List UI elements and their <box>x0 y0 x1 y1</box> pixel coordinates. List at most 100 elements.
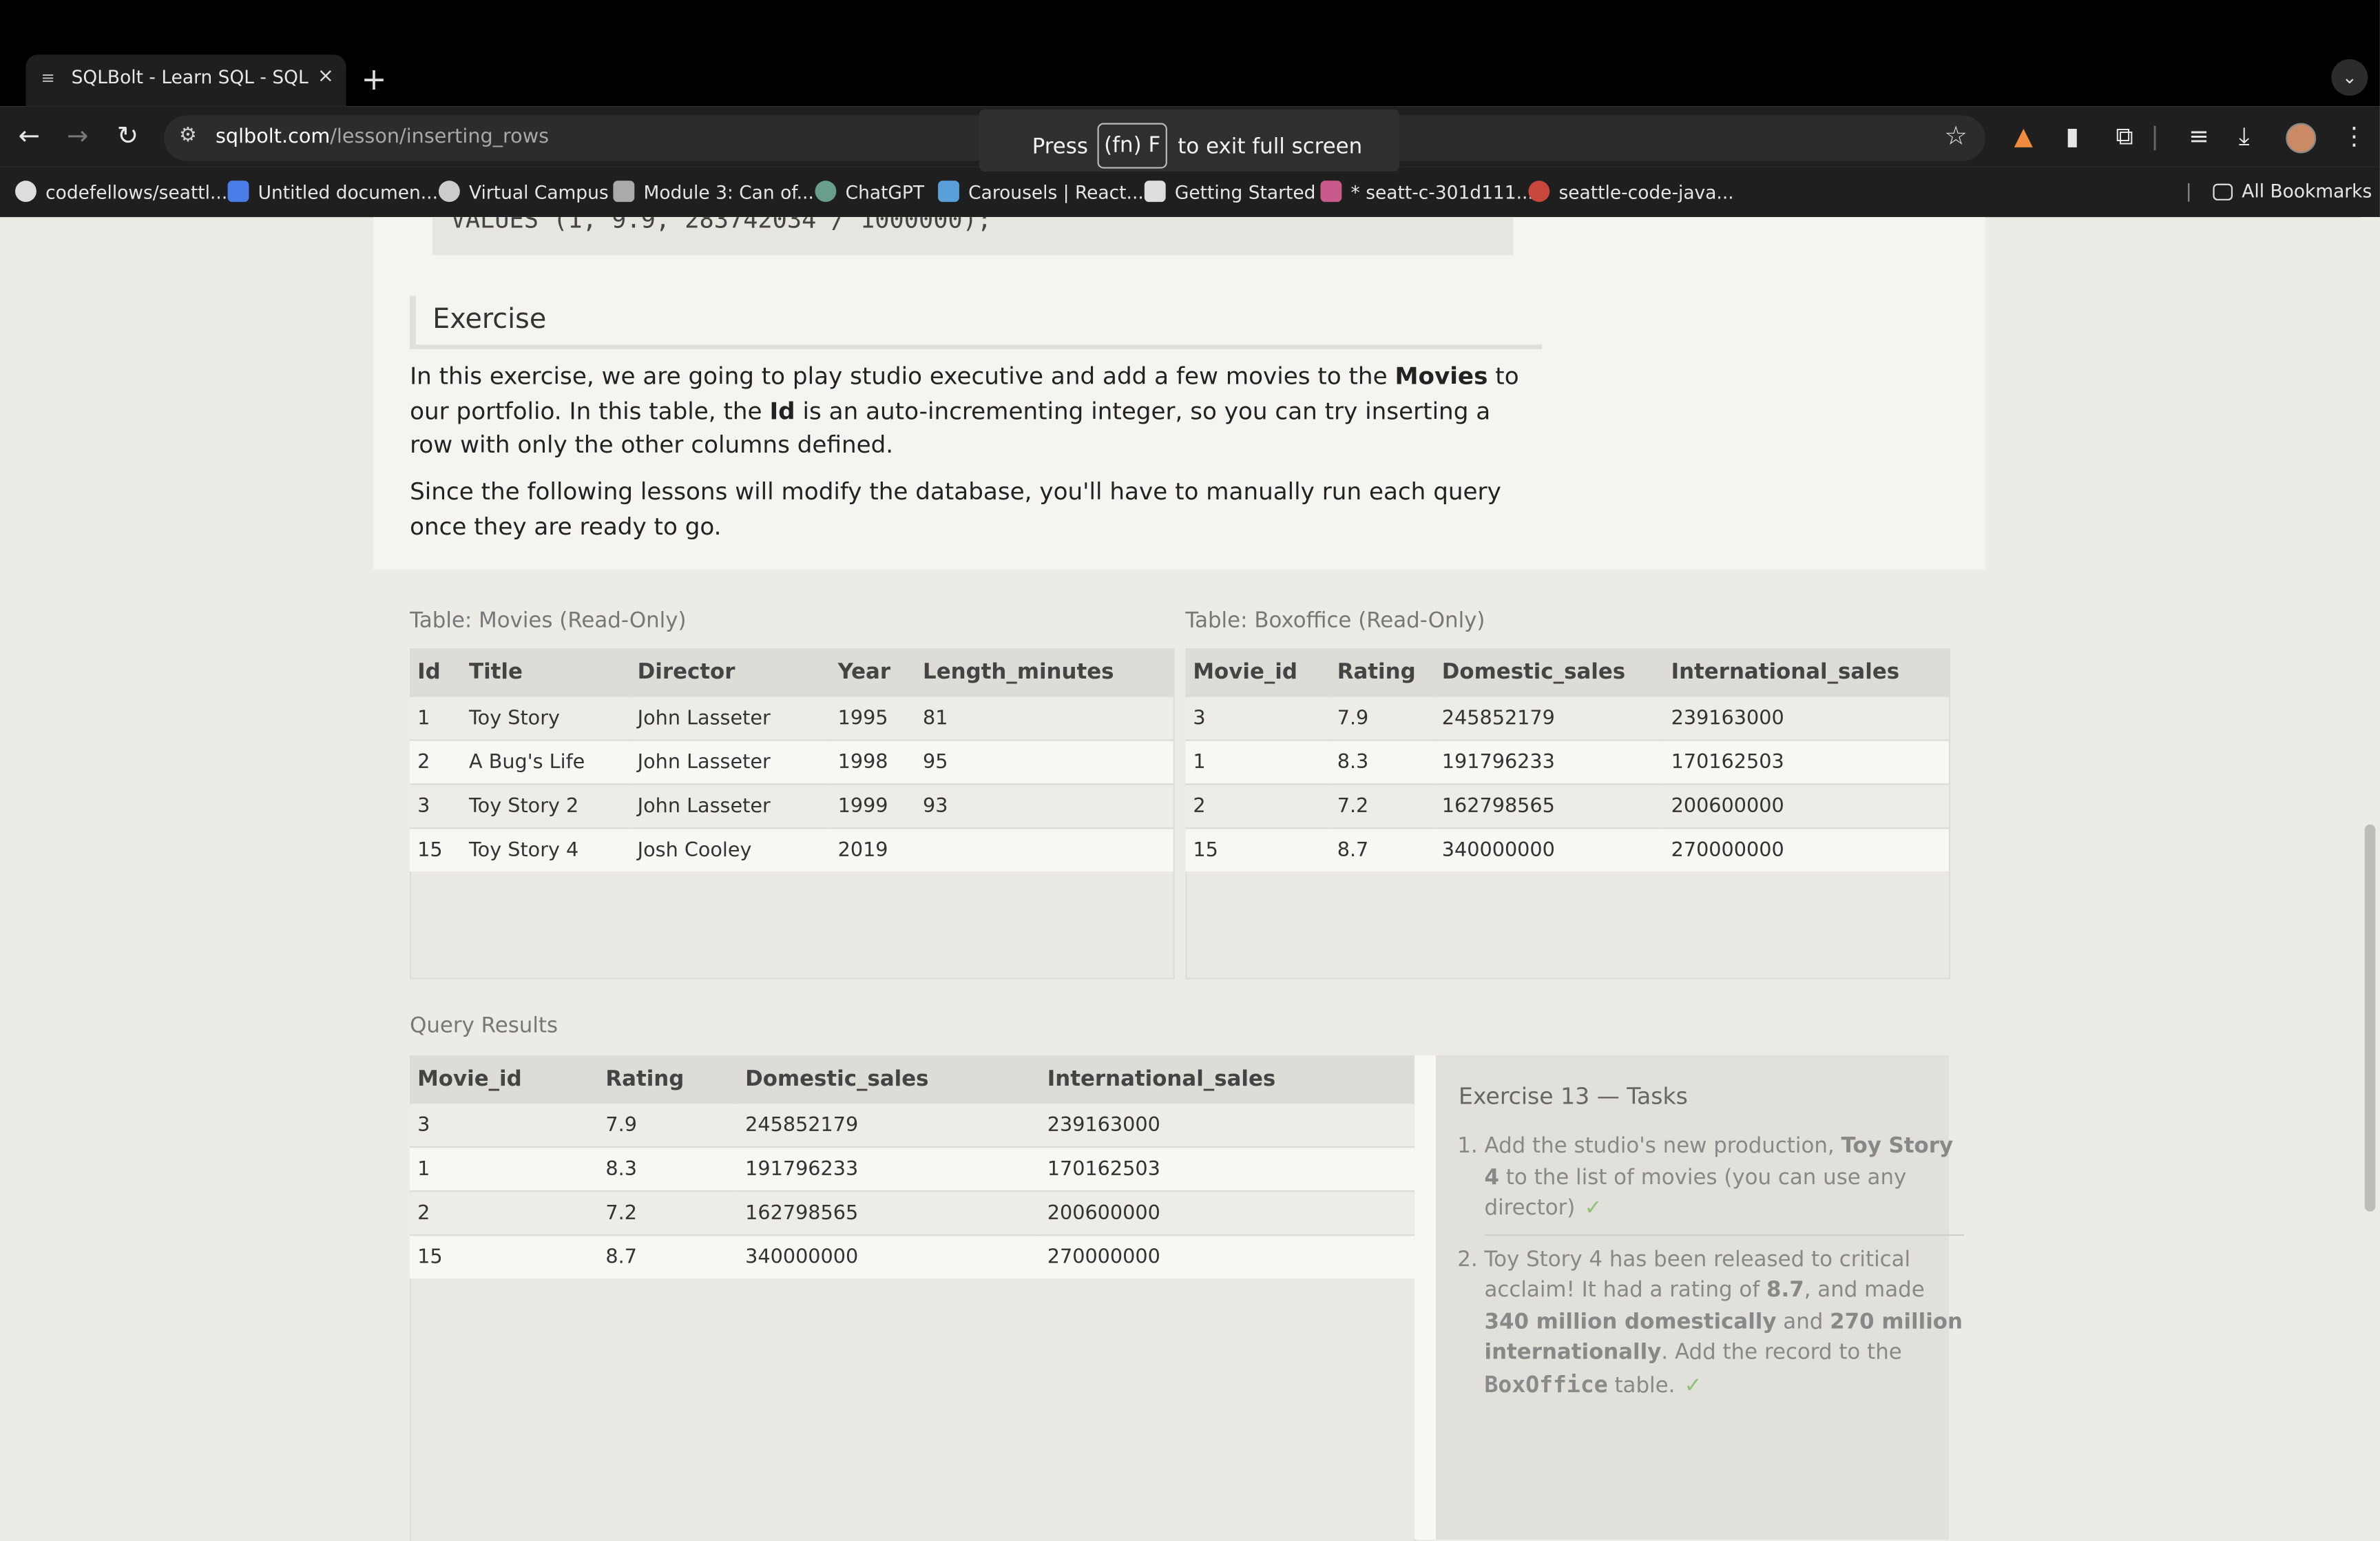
boxoffice-table-caption: Table: Boxoffice (Read-Only) <box>1185 608 1485 634</box>
table-cell: 200600000 <box>1039 1190 1415 1235</box>
campus-icon <box>438 180 460 203</box>
url-text[interactable]: sqlbolt.com/lesson/inserting_rows <box>216 126 549 149</box>
table-cell: 7.2 <box>1329 783 1434 829</box>
table-cell: 340000000 <box>1434 827 1664 872</box>
browser-tab[interactable]: ≡ SQLBolt - Learn SQL - SQL L × <box>25 54 346 107</box>
toolbar-divider: | <box>2151 121 2159 151</box>
table-cell: 15 <box>1185 827 1330 872</box>
column-header: Director <box>629 650 831 696</box>
movies-table-caption: Table: Movies (Read-Only) <box>410 608 687 634</box>
table-cell: 270000000 <box>1039 1234 1415 1279</box>
table-cell: A Bug's Life <box>461 739 630 785</box>
table-cell: 2 <box>1185 783 1330 829</box>
table-cell <box>915 827 1173 872</box>
table-cell: 200600000 <box>1663 783 1949 829</box>
table-cell: 7.9 <box>598 1102 738 1148</box>
boxoffice-table: Movie_id Rating Domestic_sales Internationa… <box>1185 650 1949 872</box>
table-row: 2A Bug's Life John Lasseter 1998 95 <box>410 739 1173 785</box>
column-header: Id <box>410 650 462 696</box>
table-cell: 191796233 <box>738 1146 1040 1192</box>
bookmark-item[interactable]: * seatt-c-301d111... <box>1320 180 1534 203</box>
table-cell: Toy Story 4 <box>461 827 630 872</box>
back-button[interactable]: ← <box>18 121 39 152</box>
table-cell: 170162503 <box>1039 1146 1415 1192</box>
table-cell: 2 <box>410 739 462 785</box>
browser-menu-icon[interactable]: ⋮ <box>2342 121 2366 150</box>
table-cell: 8.3 <box>1329 739 1434 785</box>
column-header: Rating <box>598 1056 738 1104</box>
table-cell: Toy Story <box>461 695 630 741</box>
column-header: International_sales <box>1039 1056 1415 1104</box>
checkmark-icon: ✓ <box>1584 1196 1603 1221</box>
bookmark-item[interactable]: seattle-code-java... <box>1528 180 1734 203</box>
extension-icon[interactable]: ▲ <box>2014 121 2033 150</box>
reload-button[interactable]: ↻ <box>117 121 138 152</box>
table-cell: 81 <box>915 695 1173 741</box>
url-path: /lesson/inserting_rows <box>330 125 550 149</box>
table-cell: 95 <box>915 739 1173 785</box>
codefellows-icon <box>1528 180 1550 203</box>
column-header: Movie_id <box>410 1056 598 1104</box>
table-row: 1 8.3 191796233 170162503 <box>410 1146 1415 1192</box>
table-row: 3 7.9 245852179 239163000 <box>410 1102 1415 1148</box>
new-tab-button[interactable]: + <box>362 61 387 97</box>
table-cell: 3 <box>1185 695 1330 741</box>
bookmark-item[interactable]: Virtual Campus <box>438 180 609 203</box>
table-cell: 170162503 <box>1663 739 1949 785</box>
table-cell: 7.9 <box>1329 695 1434 741</box>
table-cell: 2019 <box>830 827 916 872</box>
column-header: International_sales <box>1663 650 1949 696</box>
table-row: 1 Toy Story John Lasseter 1995 81 <box>410 695 1173 741</box>
table-cell: 162798565 <box>1434 783 1664 829</box>
column-header: Length_minutes <box>915 650 1173 696</box>
bookmark-item[interactable]: Carousels | React... <box>938 180 1144 203</box>
query-results-caption: Query Results <box>410 1014 559 1039</box>
forward-button[interactable]: → <box>67 121 88 152</box>
table-cell: 245852179 <box>738 1102 1040 1148</box>
scrollbar-thumb[interactable] <box>2364 824 2376 1212</box>
github-icon <box>15 180 36 203</box>
close-tab-icon[interactable]: × <box>317 65 334 88</box>
table-row: 15 8.7 340000000 270000000 <box>410 1234 1415 1279</box>
bookmark-item[interactable]: Untitled documen... <box>227 180 438 203</box>
database-icon: ≡ <box>41 68 55 88</box>
bookmark-item[interactable]: Getting Started <box>1144 180 1315 203</box>
table-cell: John Lasseter <box>629 783 831 829</box>
table-cell: 1999 <box>830 783 916 829</box>
column-header: Movie_id <box>1185 650 1330 696</box>
table-cell: 239163000 <box>1663 695 1949 741</box>
task-list: Add the studio's new production, Toy Sto… <box>1459 1128 1964 1411</box>
downloads-icon[interactable]: ⤓ <box>2239 121 2250 152</box>
media-control-icon[interactable]: ≡ <box>2189 121 2209 150</box>
reading-list-icon[interactable]: ▮ <box>2066 121 2079 150</box>
table-cell: 1 <box>410 695 462 741</box>
table-cell: 1 <box>1185 739 1330 785</box>
google-docs-icon <box>227 180 249 203</box>
chatgpt-icon <box>815 180 837 203</box>
exercise-paragraph-2: Since the following lessons will modify … <box>410 478 1501 540</box>
panel-gap <box>1415 1055 1436 1540</box>
bookmark-item[interactable]: codefellows/seattl... <box>15 180 227 203</box>
bookmark-item[interactable]: Module 3: Can of... <box>613 180 814 203</box>
table-cell: 7.2 <box>598 1190 738 1235</box>
table-cell: 1998 <box>830 739 916 785</box>
table-cell: John Lasseter <box>629 739 831 785</box>
table-cell: 3 <box>410 1102 598 1148</box>
table-row: 15 8.7 340000000 270000000 <box>1185 827 1949 872</box>
extensions-puzzle-icon[interactable]: ⧉ <box>2116 121 2133 152</box>
folder-icon <box>2213 183 2233 200</box>
profile-avatar[interactable] <box>2286 123 2317 154</box>
table-cell: 8.3 <box>598 1146 738 1192</box>
fullscreen-notice: Press (fn) F to exit full screen <box>979 109 1400 172</box>
site-info-icon[interactable]: ⚙ <box>179 125 197 147</box>
table-cell: 239163000 <box>1039 1102 1415 1148</box>
table-cell: 93 <box>915 783 1173 829</box>
bookmark-item[interactable]: ChatGPT <box>815 180 924 203</box>
all-bookmarks-button[interactable]: All Bookmarks <box>2213 180 2372 202</box>
exercise-heading: Exercise <box>410 296 1543 349</box>
table-row: 1 8.3 191796233 170162503 <box>1185 739 1949 785</box>
bookmark-star-icon[interactable]: ☆ <box>1944 121 1967 152</box>
table-cell: 15 <box>410 1234 598 1279</box>
tab-search-button[interactable]: ⌄ <box>2331 59 2368 96</box>
table-row: 3 Toy Story 2 John Lasseter 1999 93 <box>410 783 1173 829</box>
